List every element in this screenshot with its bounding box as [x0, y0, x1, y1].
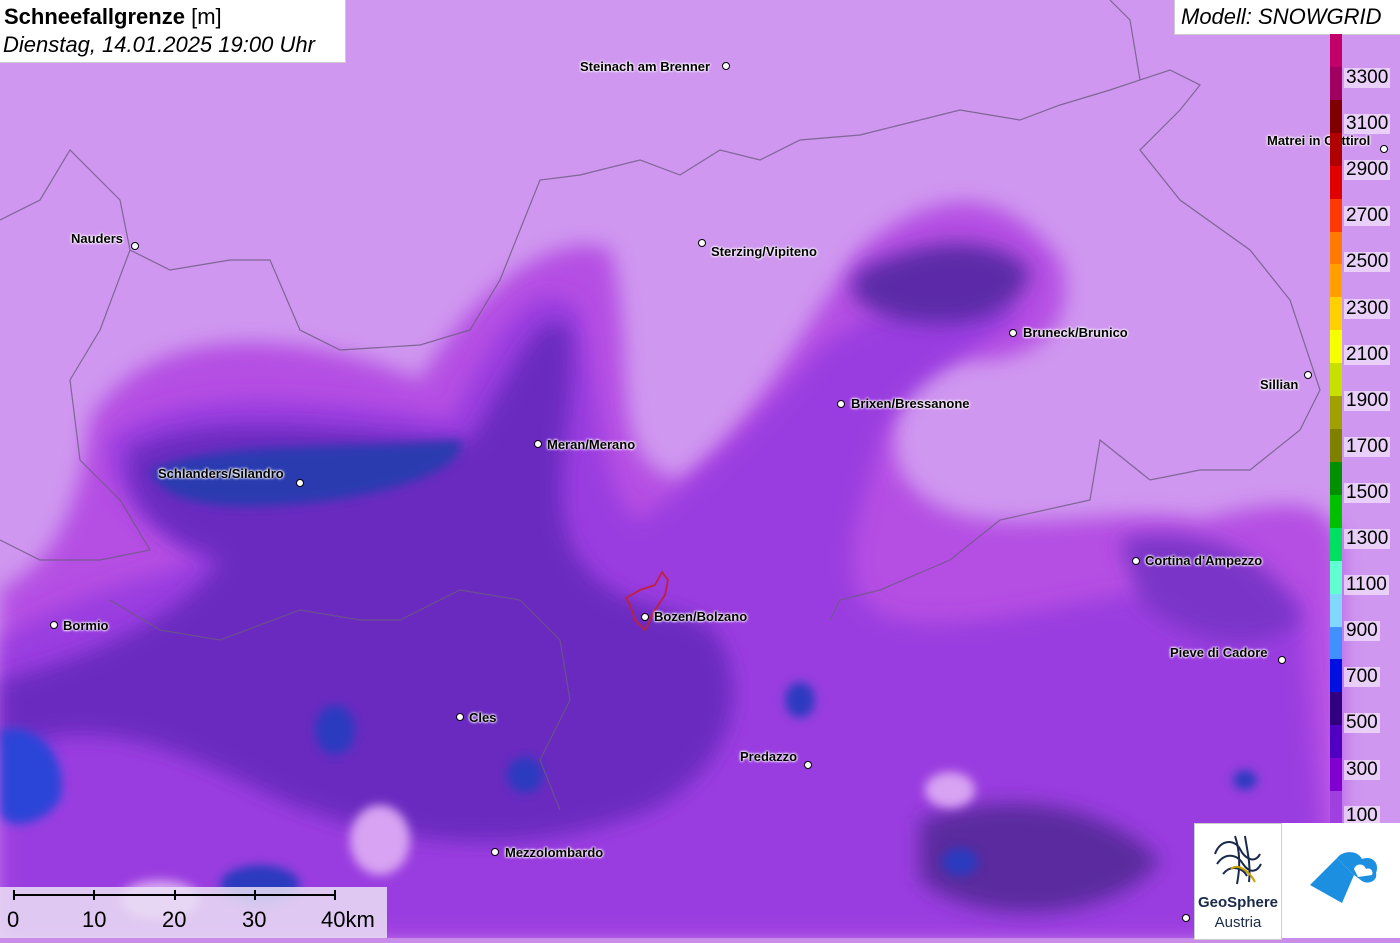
map-subtitle: Dienstag, 14.01.2025 19:00 Uhr: [3, 32, 315, 57]
place-label: Brixen/Bressanone: [851, 396, 970, 411]
place-label: Sillian: [1260, 377, 1299, 392]
place-label: Cles: [469, 710, 497, 725]
legend-color-step: [1330, 99, 1342, 134]
place-label: Bormio: [63, 618, 109, 633]
legend-tick-label: 1900: [1344, 389, 1391, 411]
place-marker[interactable]: [1304, 371, 1312, 379]
legend-color-step: [1330, 34, 1342, 68]
place-label: Cortina d'Ampezzo: [1145, 553, 1263, 568]
place-label: Sterzing/Vipiteno: [711, 244, 817, 259]
place-marker[interactable]: [722, 62, 730, 70]
place-label: Bruneck/Brunico: [1023, 325, 1128, 340]
legend-color-step: [1330, 593, 1342, 627]
color-legend: 3300 3100 2900 2700 2500 2300 2100 1900 1700 1500…: [1330, 34, 1400, 826]
legend-color-step: [1330, 626, 1342, 660]
legend-color-step: [1330, 659, 1342, 693]
place-marker[interactable]: [534, 440, 542, 448]
title-box: Schneefallgrenze [m] Dienstag, 14.01.202…: [0, 0, 346, 63]
legend-tick-label: 1300: [1344, 528, 1391, 549]
geosphere-country: Austria: [1214, 914, 1262, 931]
scale-bar: 0 10 20 30 40km: [0, 887, 387, 938]
scale-label: 10: [82, 907, 107, 932]
place-marker[interactable]: [491, 848, 499, 856]
legend-color-step: [1330, 330, 1342, 364]
place-label: Bozen/Bolzano: [654, 609, 748, 624]
place-marker[interactable]: [456, 713, 464, 721]
legend-color-step: [1330, 66, 1342, 101]
legend-color-step: [1330, 396, 1342, 430]
place-marker[interactable]: [1182, 914, 1190, 922]
legend-tick-label: 2300: [1344, 297, 1391, 319]
legend-color-step: [1330, 297, 1342, 331]
legend-tick-label: 300: [1344, 758, 1380, 780]
place-label: Meran/Merano: [547, 437, 636, 452]
place-label: Schlanders/Silandro: [158, 466, 284, 481]
legend-color-step: [1330, 363, 1342, 397]
legend-color-step: [1330, 264, 1342, 298]
place-marker[interactable]: [837, 400, 845, 408]
place-marker[interactable]: [296, 479, 304, 487]
place-label: Predazzo: [740, 749, 798, 764]
scale-label: 30: [242, 907, 267, 932]
place-marker[interactable]: [131, 242, 139, 250]
map-title: Schneefallgrenze [m]: [4, 4, 222, 29]
cloud-arrow-icon: [1310, 852, 1378, 903]
legend-tick-label: 900: [1344, 620, 1380, 642]
model-label: Modell: SNOWGRID: [1181, 4, 1382, 29]
legend-tick-label: 2700: [1344, 205, 1391, 227]
legend-color-step: [1330, 429, 1342, 463]
legend-tick-label: 2900: [1344, 159, 1391, 181]
legend-color-step: [1330, 692, 1342, 726]
weather-app-logo[interactable]: [1282, 823, 1400, 938]
place-marker[interactable]: [1009, 329, 1017, 337]
legend-color-step: [1330, 461, 1342, 496]
scale-label: 20: [162, 907, 187, 932]
place-marker[interactable]: [1132, 557, 1140, 565]
place-marker[interactable]: [804, 761, 812, 769]
legend-tick-label: 1100: [1344, 574, 1389, 596]
legend-tick-label: 500: [1344, 712, 1380, 734]
geosphere-logo[interactable]: GeoSphere Austria: [1194, 823, 1282, 940]
legend-color-step: [1330, 231, 1342, 265]
place-label: Pieve di Cadore: [1170, 645, 1268, 660]
place-marker[interactable]: [698, 239, 706, 247]
place-marker[interactable]: [50, 621, 58, 629]
place-label: Steinach am Brenner: [580, 59, 711, 74]
legend-tick-label: 2500: [1344, 251, 1391, 273]
geosphere-name: GeoSphere: [1197, 894, 1279, 911]
legend-color-step: [1330, 791, 1342, 825]
legend-color-step: [1330, 758, 1342, 792]
model-box: Modell: SNOWGRID: [1174, 0, 1400, 35]
legend-tick-label: 700: [1344, 666, 1380, 688]
geosphere-mark-icon: [1214, 835, 1262, 885]
legend-color-step: [1330, 132, 1342, 167]
legend-color-step: [1330, 198, 1342, 232]
place-label: Mezzolombardo: [505, 845, 604, 860]
legend-color-step: [1330, 165, 1342, 200]
legend-tick-label: 3100: [1344, 113, 1391, 135]
place-marker[interactable]: [1278, 656, 1286, 664]
legend-tick-label: 3300: [1344, 67, 1391, 88]
place-label: Nauders: [71, 231, 124, 246]
legend-color-step: [1330, 725, 1342, 759]
legend-color-bar: [1330, 34, 1342, 825]
legend-color-step: [1330, 560, 1342, 595]
scale-label: 0: [7, 907, 20, 932]
legend-color-step: [1330, 494, 1342, 529]
legend-color-step: [1330, 527, 1342, 562]
place-marker[interactable]: [641, 613, 649, 621]
legend-tick-label: 1500: [1344, 481, 1391, 503]
legend-tick-label: 1700: [1344, 435, 1391, 457]
legend-tick-label: 2100: [1344, 343, 1391, 365]
scale-label: 40km: [321, 907, 375, 932]
